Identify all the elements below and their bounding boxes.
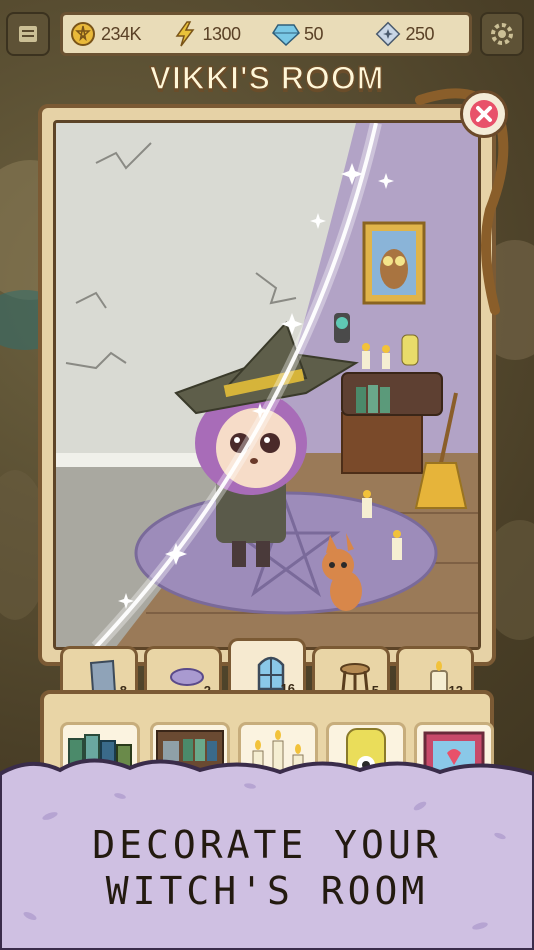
resource-crystals[interactable]: 250 — [368, 20, 470, 48]
caption-line-2: WITCH'S ROOM — [105, 869, 429, 913]
gems-value: 50 — [304, 23, 324, 44]
energy-bolt-icon — [171, 20, 199, 48]
star-crystal-icon — [374, 20, 402, 48]
caption-line-1: DECORATE YOUR — [92, 823, 442, 867]
energy-value: 1300 — [202, 23, 242, 44]
resource-coins[interactable]: 234K — [63, 20, 165, 48]
resource-gems[interactable]: 50 — [266, 20, 368, 48]
pentacle-coin-icon — [69, 20, 97, 48]
crystals-value: 250 — [405, 23, 435, 44]
gear-icon — [491, 23, 513, 45]
blue-gem-icon — [272, 20, 300, 48]
promo-caption: DECORATE YOUR WITCH'S ROOM — [0, 822, 534, 914]
resource-bar: 234K 1300 50 250 — [60, 12, 472, 56]
resource-energy[interactable]: 1300 — [165, 20, 267, 48]
close-icon — [470, 100, 498, 128]
coins-value: 234K — [101, 23, 142, 44]
settings-button[interactable] — [480, 12, 524, 56]
menu-button[interactable] — [6, 12, 50, 56]
close-button[interactable] — [460, 90, 508, 138]
scroll-icon — [19, 26, 37, 42]
